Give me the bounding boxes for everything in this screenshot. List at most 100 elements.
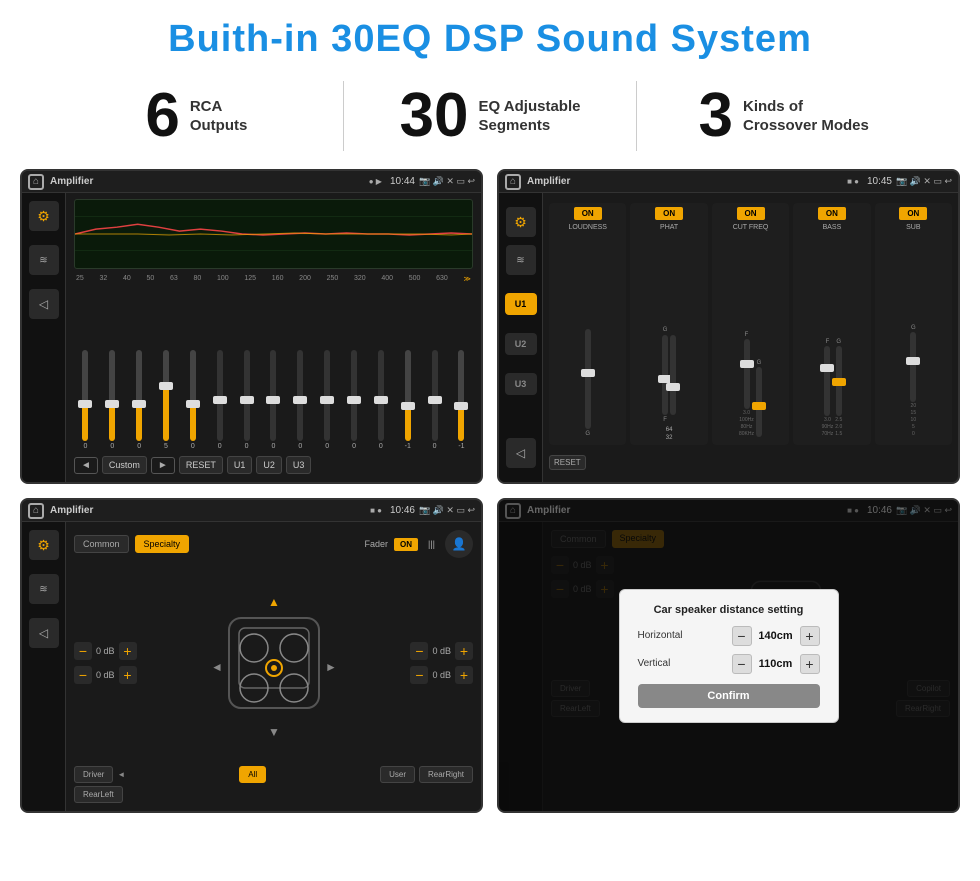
- eq-u1-btn[interactable]: U1: [227, 456, 253, 474]
- eq-u3-btn[interactable]: U3: [286, 456, 312, 474]
- dialog-vertical-row: Vertical − 110cm +: [638, 654, 820, 674]
- eq-slider-7: 0: [262, 350, 285, 450]
- cx-u3-btn[interactable]: U3: [505, 373, 537, 395]
- fader-all-btn[interactable]: All: [239, 766, 266, 783]
- home-icon[interactable]: [28, 174, 44, 190]
- fader-filter-btn[interactable]: ⚙: [29, 530, 59, 560]
- eq-sliders: 0 0 0: [74, 287, 473, 452]
- cx-screen-title: Amplifier: [527, 176, 847, 187]
- fader-screen-title: Amplifier: [50, 505, 370, 516]
- stat-number-crossover: 3: [699, 85, 733, 147]
- cx-home-icon[interactable]: [505, 174, 521, 190]
- fader-main-area: ⚙ ≋ ◁ Common Specialty Fader ON ||| 👤 −: [22, 522, 481, 811]
- cx-wave-btn[interactable]: ≋: [506, 245, 536, 275]
- dialog-horizontal-stepper: − 140cm +: [732, 626, 820, 646]
- fader-home-icon[interactable]: [28, 503, 44, 519]
- fader-db-val-0: 0 dB: [96, 646, 115, 656]
- eq-slider-11: 0: [369, 350, 392, 450]
- eq-preset-label: Custom: [102, 456, 147, 474]
- fader-tab-common[interactable]: Common: [74, 535, 129, 553]
- fader-minus-1[interactable]: −: [74, 666, 92, 684]
- eq-wave-btn[interactable]: ≋: [29, 245, 59, 275]
- cx-time: 10:45: [867, 176, 892, 187]
- stat-number-rca: 6: [145, 85, 179, 147]
- stat-label-crossover-1: Kinds of: [743, 97, 869, 117]
- fader-rearleft-btn[interactable]: RearLeft: [74, 786, 123, 803]
- eq-u2-btn[interactable]: U2: [256, 456, 282, 474]
- fader-user-btn[interactable]: User: [380, 766, 415, 783]
- eq-prev-btn[interactable]: ◄: [74, 457, 98, 474]
- eq-sidebar: ⚙ ≋ ◁: [22, 193, 66, 482]
- fader-rearright-btn[interactable]: RearRight: [419, 766, 473, 783]
- cx-sub-label: SUB: [906, 224, 920, 231]
- fader-minus-3[interactable]: −: [410, 666, 428, 684]
- stat-divider-1: [343, 81, 344, 151]
- eq-bottom-bar: ◄ Custom ► RESET U1 U2 U3: [74, 452, 473, 476]
- cx-bass-label: BASS: [823, 224, 842, 231]
- fader-vol-btn[interactable]: ◁: [29, 618, 59, 648]
- cx-phat-on[interactable]: ON: [655, 207, 683, 220]
- dialog-horizontal-minus[interactable]: −: [732, 626, 752, 646]
- fader-minus-2[interactable]: −: [410, 642, 428, 660]
- dialog-horizontal-value: 140cm: [756, 630, 796, 642]
- stat-label-rca-2: Outputs: [190, 116, 248, 136]
- fader-wave-btn[interactable]: ≋: [29, 574, 59, 604]
- eq-slider-3: 5: [155, 350, 178, 450]
- cx-sidebar: ⚙ ≋ U1 U2 U3 ◁: [499, 193, 543, 482]
- dialog-overlay: Car speaker distance setting Horizontal …: [499, 500, 958, 811]
- fader-on-btn[interactable]: ON: [394, 538, 418, 551]
- fader-time: 10:46: [390, 505, 415, 516]
- eq-slider-2: 0: [128, 350, 151, 450]
- dialog-vertical-label: Vertical: [638, 658, 726, 669]
- eq-freq-labels: 2532405063 80100125160200 25032040050063…: [74, 275, 473, 283]
- eq-main-area: ⚙ ≋ ◁ 2: [22, 193, 481, 482]
- fader-car-visual: ▲ ▼ ◄ ►: [145, 566, 403, 760]
- eq-content: 2532405063 80100125160200 25032040050063…: [66, 193, 481, 482]
- cx-loudness-on[interactable]: ON: [574, 207, 602, 220]
- fader-db-val-3: 0 dB: [432, 670, 451, 680]
- eq-reset-btn[interactable]: RESET: [179, 456, 223, 474]
- fader-left-col: − 0 dB + − 0 dB +: [74, 566, 137, 760]
- fader-driver-btn[interactable]: Driver: [74, 766, 113, 783]
- cx-status-icons: 📷 🔊 ✕ ▭ ↩: [896, 176, 952, 187]
- eq-status-icons: 📷 🔊 ✕ ▭ ↩: [419, 176, 475, 187]
- cx-cutfreq-on[interactable]: ON: [737, 207, 765, 220]
- stat-divider-2: [636, 81, 637, 151]
- cx-u2-btn[interactable]: U2: [505, 333, 537, 355]
- fader-icon: 👤: [445, 530, 473, 558]
- crossover-screen-card: Amplifier ■ ● 10:45 📷 🔊 ✕ ▭ ↩ ⚙ ≋ U1 U2 …: [497, 169, 960, 484]
- cx-vol-btn[interactable]: ◁: [506, 438, 536, 468]
- dialog-vertical-value: 110cm: [756, 658, 796, 670]
- fader-db-row-2: − 0 dB +: [410, 642, 473, 660]
- eq-slider-10: 0: [343, 350, 366, 450]
- cx-reset-btn[interactable]: RESET: [549, 455, 586, 470]
- dialog-vertical-minus[interactable]: −: [732, 654, 752, 674]
- cx-bass-on[interactable]: ON: [818, 207, 846, 220]
- car-diagram: ▲ ▼ ◄ ►: [209, 588, 339, 738]
- fader-plus-0[interactable]: +: [119, 642, 137, 660]
- svg-text:►: ►: [325, 660, 337, 674]
- eq-slider-9: 0: [316, 350, 339, 450]
- fader-tab-specialty[interactable]: Specialty: [135, 535, 190, 553]
- eq-next-btn[interactable]: ►: [151, 457, 175, 474]
- dialog-horizontal-plus[interactable]: +: [800, 626, 820, 646]
- cx-u1-btn[interactable]: U1: [505, 293, 537, 315]
- fader-plus-1[interactable]: +: [119, 666, 137, 684]
- eq-slider-5: 0: [208, 350, 231, 450]
- cx-main-area: ⚙ ≋ U1 U2 U3 ◁ ON LOUDNESS: [499, 193, 958, 482]
- eq-filter-btn[interactable]: ⚙: [29, 201, 59, 231]
- stat-label-eq-2: Segments: [479, 116, 581, 136]
- dialog-vertical-plus[interactable]: +: [800, 654, 820, 674]
- eq-time: 10:44: [390, 176, 415, 187]
- fader-plus-2[interactable]: +: [455, 642, 473, 660]
- cx-sub-on[interactable]: ON: [899, 207, 927, 220]
- cx-content: ON LOUDNESS G ON: [543, 193, 958, 482]
- eq-volume-btn[interactable]: ◁: [29, 289, 59, 319]
- cx-filter-btn[interactable]: ⚙: [506, 207, 536, 237]
- eq-slider-6: 0: [235, 350, 258, 450]
- fader-plus-3[interactable]: +: [455, 666, 473, 684]
- eq-graph: [74, 199, 473, 269]
- fader-minus-0[interactable]: −: [74, 642, 92, 660]
- dialog-confirm-button[interactable]: Confirm: [638, 684, 820, 708]
- cx-phat-label: PHAT: [660, 224, 678, 231]
